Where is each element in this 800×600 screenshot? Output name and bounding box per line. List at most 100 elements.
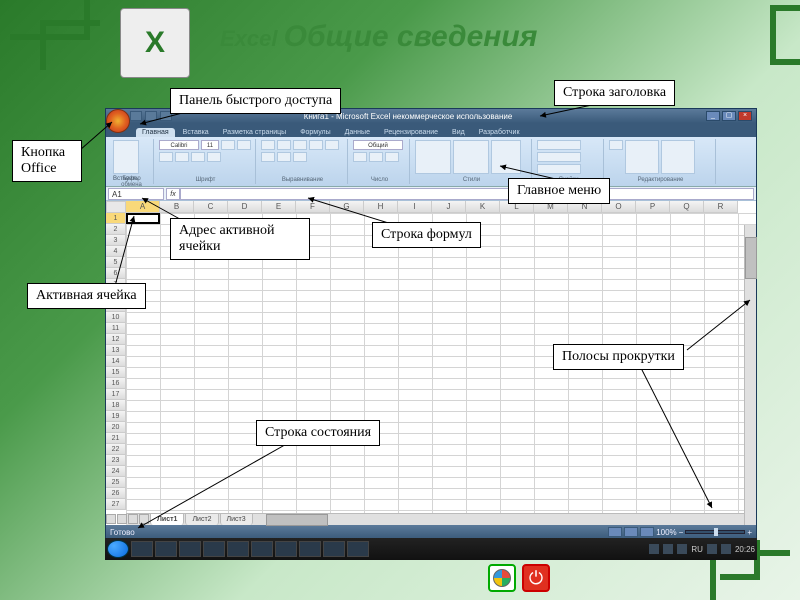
slide-home-button[interactable] <box>488 564 516 592</box>
formula-input[interactable] <box>180 188 754 200</box>
sheet-tab[interactable]: Лист2 <box>185 513 218 525</box>
taskbar-item[interactable] <box>347 541 369 557</box>
sheet-nav-first-icon[interactable] <box>106 514 116 524</box>
font-color-button[interactable] <box>207 152 221 162</box>
tray-icon[interactable] <box>677 544 687 554</box>
col-header[interactable]: I <box>398 201 432 213</box>
office-button[interactable] <box>106 109 130 133</box>
col-header[interactable]: E <box>262 201 296 213</box>
row-header[interactable]: 15 <box>106 367 126 378</box>
row-header[interactable]: 11 <box>106 323 126 334</box>
row-header[interactable]: 13 <box>106 345 126 356</box>
taskbar-item[interactable] <box>203 541 225 557</box>
maximize-button[interactable]: ▢ <box>722 111 736 121</box>
row-header[interactable]: 24 <box>106 466 126 477</box>
align-right-button[interactable] <box>277 152 291 162</box>
col-header[interactable]: Q <box>670 201 704 213</box>
percent-button[interactable] <box>369 152 383 162</box>
qat-save-icon[interactable] <box>130 111 142 121</box>
taskbar-item[interactable] <box>227 541 249 557</box>
bold-button[interactable] <box>221 140 235 150</box>
tab-home[interactable]: Главная <box>136 128 175 137</box>
align-bottom-button[interactable] <box>293 140 307 150</box>
row-header[interactable]: 18 <box>106 400 126 411</box>
tray-language[interactable]: RU <box>691 545 703 554</box>
zoom-out-icon[interactable]: − <box>679 528 684 537</box>
row-header[interactable]: 3 <box>106 235 126 246</box>
close-button[interactable]: × <box>738 111 752 121</box>
format-as-table-button[interactable] <box>453 140 489 174</box>
merge-button[interactable] <box>293 152 307 162</box>
name-box[interactable]: A1 <box>108 188 164 200</box>
format-cell-button[interactable] <box>537 164 581 174</box>
row-header[interactable]: 2 <box>106 224 126 235</box>
align-center-button[interactable] <box>261 152 275 162</box>
view-normal-button[interactable] <box>608 527 622 537</box>
taskbar-item[interactable] <box>323 541 345 557</box>
paste-button[interactable] <box>113 140 139 174</box>
font-size-input[interactable]: 11 <box>201 140 219 150</box>
tray-icon[interactable] <box>663 544 673 554</box>
sheet-tab[interactable]: Лист1 <box>150 513 184 525</box>
row-header[interactable]: 19 <box>106 411 126 422</box>
tray-icon[interactable] <box>649 544 659 554</box>
number-format-select[interactable]: Общий <box>353 140 403 150</box>
row-header[interactable]: 20 <box>106 422 126 433</box>
comma-button[interactable] <box>385 152 399 162</box>
row-header[interactable]: 12 <box>106 334 126 345</box>
tab-formulas[interactable]: Формулы <box>294 128 336 137</box>
taskbar-item[interactable] <box>275 541 297 557</box>
row-header[interactable]: 4 <box>106 246 126 257</box>
row-header[interactable]: 6 <box>106 268 126 279</box>
taskbar-item[interactable] <box>251 541 273 557</box>
taskbar-item[interactable] <box>299 541 321 557</box>
tray-icon[interactable] <box>721 544 731 554</box>
vertical-scrollbar[interactable] <box>744 225 756 525</box>
minimize-button[interactable]: _ <box>706 111 720 121</box>
tab-page-layout[interactable]: Разметка страницы <box>217 128 293 137</box>
border-button[interactable] <box>175 152 189 162</box>
col-header[interactable]: H <box>364 201 398 213</box>
cell-styles-button[interactable] <box>491 140 521 174</box>
taskbar-item[interactable] <box>131 541 153 557</box>
delete-cell-button[interactable] <box>537 152 581 162</box>
select-all-corner[interactable] <box>106 201 126 213</box>
col-header[interactable]: A <box>126 201 160 213</box>
tray-icon[interactable] <box>707 544 717 554</box>
zoom-slider[interactable] <box>685 530 745 534</box>
wrap-text-button[interactable] <box>309 140 323 150</box>
col-header[interactable]: D <box>228 201 262 213</box>
italic-button[interactable] <box>237 140 251 150</box>
sheet-nav-next-icon[interactable] <box>128 514 138 524</box>
row-header[interactable]: 16 <box>106 378 126 389</box>
col-header[interactable]: C <box>194 201 228 213</box>
row-header[interactable]: 14 <box>106 356 126 367</box>
active-cell[interactable] <box>126 213 160 224</box>
insert-cell-button[interactable] <box>537 140 581 150</box>
col-header[interactable]: F <box>296 201 330 213</box>
conditional-format-button[interactable] <box>415 140 451 174</box>
slide-power-button[interactable]: ⏻ <box>522 564 550 592</box>
align-top-button[interactable] <box>261 140 275 150</box>
col-header[interactable]: J <box>432 201 466 213</box>
sheet-tab[interactable]: Лист3 <box>220 513 253 525</box>
underline-button[interactable] <box>159 152 173 162</box>
view-page-layout-button[interactable] <box>624 527 638 537</box>
row-header[interactable]: 26 <box>106 488 126 499</box>
row-header[interactable]: 23 <box>106 455 126 466</box>
align-middle-button[interactable] <box>277 140 291 150</box>
row-header[interactable]: 10 <box>106 312 126 323</box>
autosum-button[interactable] <box>609 140 623 150</box>
font-name-input[interactable]: Calibri <box>159 140 199 150</box>
tab-insert[interactable]: Вставка <box>177 128 215 137</box>
row-header[interactable]: 27 <box>106 499 126 510</box>
tab-view[interactable]: Вид <box>446 128 471 137</box>
col-header[interactable]: R <box>704 201 738 213</box>
start-button[interactable] <box>107 540 129 558</box>
zoom-in-icon[interactable]: + <box>747 528 752 537</box>
align-left-button[interactable] <box>325 140 339 150</box>
taskbar-item[interactable] <box>179 541 201 557</box>
fill-color-button[interactable] <box>191 152 205 162</box>
currency-button[interactable] <box>353 152 367 162</box>
tab-review[interactable]: Рецензирование <box>378 128 444 137</box>
